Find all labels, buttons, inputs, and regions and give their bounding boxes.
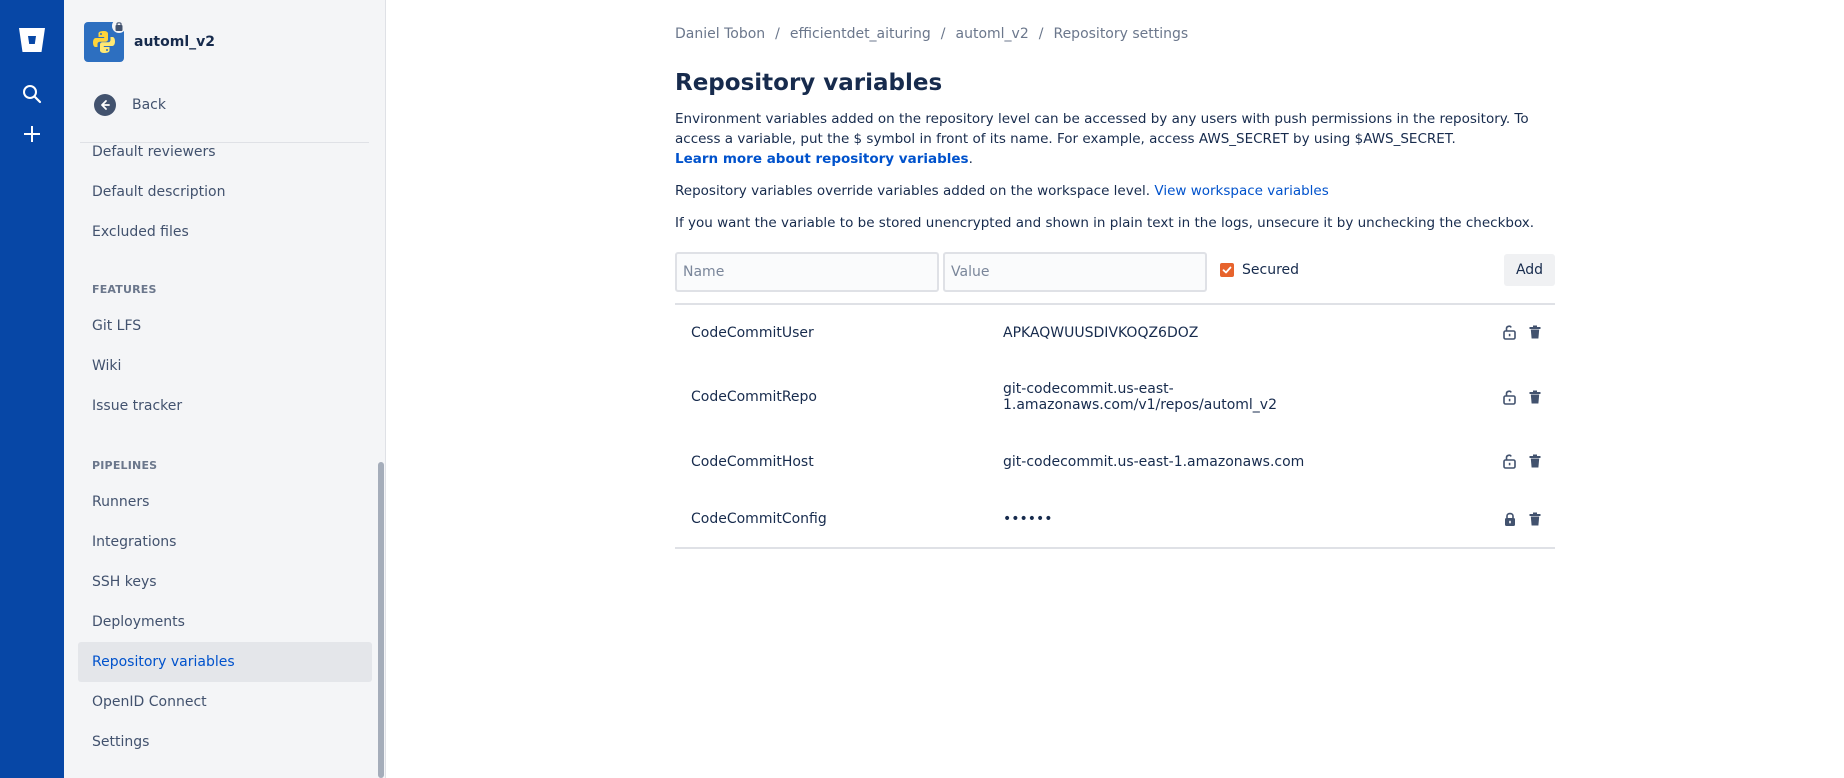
variable-name: CodeCommitConfig	[691, 511, 827, 527]
app-root: automl_v2 Back Default reviewers Default…	[0, 0, 1844, 778]
variable-value: git-codecommit.us-east-1.amazonaws.com/v…	[1003, 381, 1277, 413]
breadcrumb-repo[interactable]: automl_v2	[956, 26, 1029, 42]
repo-name: automl_v2	[134, 34, 215, 50]
sidebar-item-integrations[interactable]: Integrations	[78, 522, 372, 562]
variable-name: CodeCommitUser	[691, 325, 814, 341]
add-variable-form: Secured Add	[675, 252, 1555, 292]
private-lock-icon	[112, 19, 126, 33]
locked-icon[interactable]	[1501, 510, 1519, 528]
breadcrumb-separator: /	[775, 26, 780, 42]
sidebar-item-wiki[interactable]: Wiki	[78, 346, 372, 386]
arrow-left-icon	[94, 94, 116, 116]
page-title: Repository variables	[675, 70, 943, 96]
back-button[interactable]: Back	[94, 94, 166, 116]
sidebar-item-ssh-keys[interactable]: SSH keys	[78, 562, 372, 602]
table-divider-top	[675, 303, 1555, 305]
bitbucket-logo-icon[interactable]	[14, 22, 50, 58]
global-nav-rail	[0, 0, 64, 778]
sidebar-item-default-description[interactable]: Default description	[78, 172, 372, 212]
learn-more-link[interactable]: Learn more about repository variables	[675, 151, 969, 167]
secured-checkbox[interactable]: Secured	[1220, 262, 1299, 278]
sidebar-scrollbar[interactable]	[378, 462, 384, 778]
override-paragraph: Repository variables override variables …	[675, 181, 1575, 201]
breadcrumb-project[interactable]: efficientdet_aituring	[790, 26, 931, 42]
breadcrumb-workspace[interactable]: Daniel Tobon	[675, 26, 765, 42]
unlocked-icon[interactable]	[1501, 452, 1519, 470]
sidebar-item-deployments[interactable]: Deployments	[78, 602, 372, 642]
create-plus-icon[interactable]	[14, 116, 50, 152]
repo-header[interactable]: automl_v2	[84, 19, 215, 62]
trash-icon[interactable]	[1526, 452, 1544, 470]
breadcrumb-separator: /	[1038, 26, 1044, 42]
sidebar-item-runners[interactable]: Runners	[78, 482, 372, 522]
section-header-features: FEATURES	[92, 283, 157, 296]
breadcrumb-separator: /	[940, 26, 946, 42]
checkbox-checked-icon	[1220, 263, 1234, 277]
trash-icon[interactable]	[1526, 323, 1544, 341]
override-text: Repository variables override variables …	[675, 183, 1151, 199]
intro-text: Environment variables added on the repos…	[675, 111, 1529, 147]
sidebar-item-openid-connect[interactable]: OpenID Connect	[78, 682, 372, 722]
sidebar-item-default-reviewers[interactable]: Default reviewers	[78, 132, 372, 172]
unsecure-paragraph: If you want the variable to be stored un…	[675, 215, 1535, 231]
unlocked-icon[interactable]	[1501, 388, 1519, 406]
breadcrumb: Daniel Tobon / efficientdet_aituring / a…	[675, 26, 1188, 42]
sidebar-item-excluded-files[interactable]: Excluded files	[78, 212, 372, 252]
sidebar-item-settings[interactable]: Settings	[78, 722, 372, 762]
search-icon[interactable]	[14, 76, 50, 112]
add-variable-button[interactable]: Add	[1504, 254, 1555, 286]
settings-sidebar: automl_v2 Back Default reviewers Default…	[64, 0, 386, 778]
variable-value: git-codecommit.us-east-1.amazonaws.com	[1003, 454, 1305, 470]
variable-value-input[interactable]	[943, 252, 1207, 292]
sidebar-item-git-lfs[interactable]: Git LFS	[78, 306, 372, 346]
table-divider-bottom	[675, 547, 1555, 549]
view-workspace-variables-link[interactable]: View workspace variables	[1154, 183, 1328, 199]
intro-paragraph: Environment variables added on the repos…	[675, 111, 1529, 167]
sidebar-item-issue-tracker[interactable]: Issue tracker	[78, 386, 372, 426]
trash-icon[interactable]	[1526, 388, 1544, 406]
secured-label: Secured	[1242, 262, 1300, 278]
breadcrumb-settings[interactable]: Repository settings	[1053, 26, 1188, 42]
variable-value-masked: ••••••	[1003, 511, 1053, 527]
variable-value: APKAQWUUSDIVKOQZ6DOZ	[1003, 325, 1199, 341]
python-logo-icon	[93, 31, 115, 53]
repo-avatar	[84, 19, 126, 62]
variable-name: CodeCommitHost	[691, 454, 814, 470]
trash-icon[interactable]	[1526, 510, 1544, 528]
back-label: Back	[132, 97, 166, 113]
variable-name: CodeCommitRepo	[691, 389, 817, 405]
unlocked-icon[interactable]	[1501, 323, 1519, 341]
sidebar-item-repository-variables[interactable]: Repository variables	[78, 642, 372, 682]
variable-name-input[interactable]	[675, 252, 939, 292]
section-header-pipelines: PIPELINES	[92, 459, 158, 472]
